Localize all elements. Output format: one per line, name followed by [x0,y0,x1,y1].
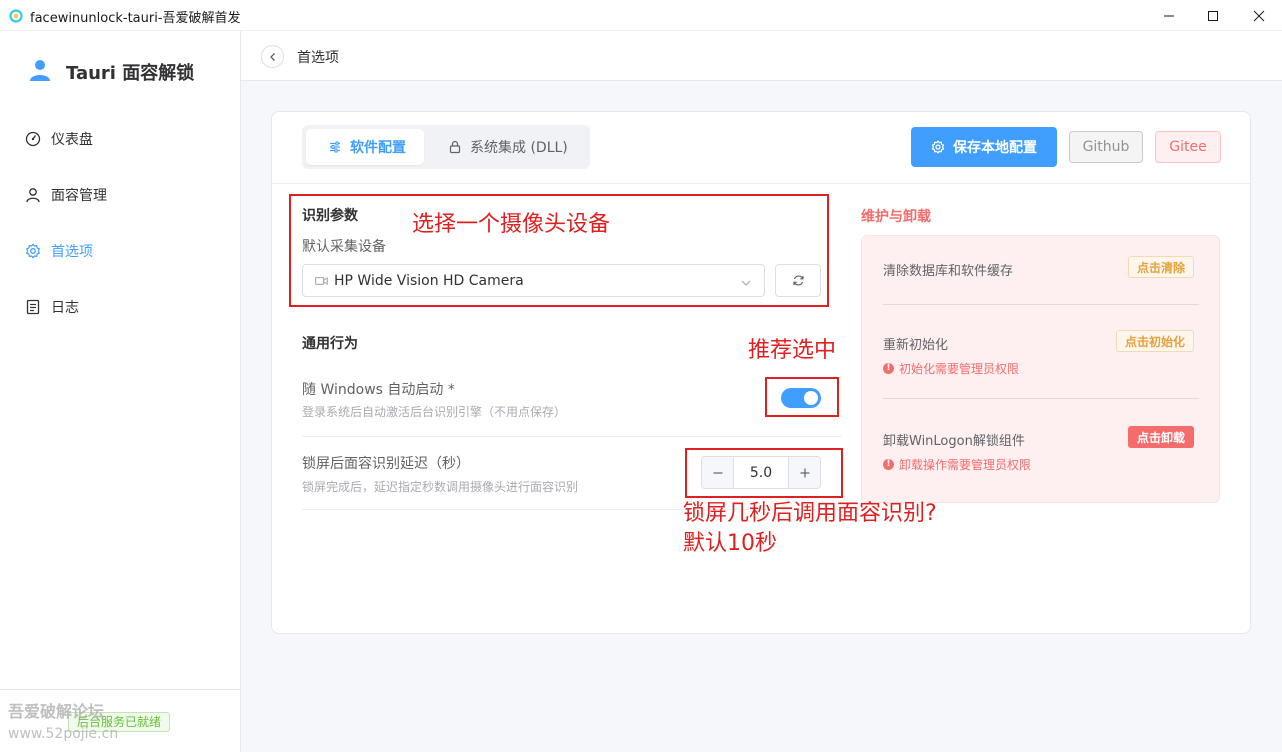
github-button[interactable]: Github [1069,131,1143,163]
sidebar-item-label: 面容管理 [51,188,107,204]
window-title: facewinunlock-tauri-吾爱破解首发 [30,11,241,26]
warning-icon: ! [883,363,894,374]
sidebar-item-label: 日志 [51,300,79,316]
sidebar-item-preferences[interactable]: 首选项 [24,237,93,265]
divider [883,304,1199,305]
main-content: 软件配置 系统集成 (DLL) 保存本地配置 Github Gitee 识别参数… [241,81,1282,752]
uninstall-warning-text: 卸载操作需要管理员权限 [899,458,1032,472]
autostart-label: 随 Windows 自动启动 * [302,382,455,398]
annotation-camera: 选择一个摄像头设备 [412,212,611,237]
annotation-delay-line1: 锁屏几秒后调用面容识别? [683,501,937,526]
sidebar: Tauri 面容解锁 仪表盘 面容管理 首选项 日志 后台服务已就绪 吾爱破解论… [0,31,241,752]
divider [302,436,842,437]
gitee-button[interactable]: Gitee [1155,131,1221,163]
app-icon [9,8,23,23]
reinit-label: 重新初始化 [883,338,949,353]
user-avatar-icon [28,58,52,86]
general-title: 通用行为 [302,336,358,352]
window-titlebar: facewinunlock-tauri-吾爱破解首发 [0,0,1282,31]
uninstall-label: 卸载WinLogon解锁组件 [883,434,1025,449]
gear-icon [24,242,42,260]
tab-label: 系统集成 (DLL) [470,140,568,156]
sidebar-footer: 后台服务已就绪 吾爱破解论坛 www.52pojie.cn [0,689,240,752]
delay-description: 锁屏完成后，延迟指定秒数调用摄像头进行面容识别 [302,480,579,494]
gear-icon [931,140,945,154]
close-icon [1253,10,1265,21]
dashboard-icon [24,130,42,148]
maintenance-title: 维护与卸载 [861,209,931,225]
uninstall-warning: ! 卸载操作需要管理员权限 [883,456,1031,473]
close-window-button[interactable] [1236,0,1282,31]
annotation-toggle: 推荐选中 [748,338,837,363]
tab-label: 软件配置 [350,140,406,156]
chevron-left-icon [269,52,275,61]
sidebar-item-label: 首选项 [51,244,93,260]
maximize-icon [1208,10,1218,21]
page-header: 首选项 [241,31,1282,81]
tab-group: 软件配置 系统集成 (DLL) [302,125,590,169]
reinit-button[interactable]: 点击初始化 [1116,330,1195,352]
delay-label: 锁屏后面容识别延迟（秒） [302,456,470,472]
watermark-text: 吾爱破解论坛 [8,702,105,721]
sidebar-item-dashboard[interactable]: 仪表盘 [24,125,93,153]
brand: Tauri 面容解锁 [28,58,194,86]
watermark-url: www.52pojie.cn [8,726,119,742]
save-config-label: 保存本地配置 [953,140,1037,156]
brand-title: Tauri 面容解锁 [66,63,195,84]
divider [883,398,1199,399]
user-icon [24,186,42,204]
autostart-description: 登录系统后自动激活后台识别引擎（不用点保存） [302,405,567,419]
page-title: 首选项 [297,50,339,66]
sidebar-item-face-manage[interactable]: 面容管理 [24,181,107,209]
annotation-delay-line2: 默认10秒 [683,531,777,556]
maintenance-panel: 清除数据库和软件缓存 点击清除 重新初始化 点击初始化 ! 初始化需要管理员权限… [861,235,1220,503]
minimize-icon [1164,15,1174,16]
sidebar-item-label: 仪表盘 [51,132,93,148]
save-config-button[interactable]: 保存本地配置 [911,127,1057,167]
maximize-button[interactable] [1190,0,1236,31]
sidebar-item-logs[interactable]: 日志 [24,293,79,321]
tab-system-integration[interactable]: 系统集成 (DLL) [428,129,586,165]
warning-icon: ! [883,459,894,470]
annotation-box-toggle [765,377,839,417]
tab-software-config[interactable]: 软件配置 [306,129,424,165]
sliders-icon [328,140,342,154]
reinit-warning-text: 初始化需要管理员权限 [899,362,1020,376]
clear-cache-button[interactable]: 点击清除 [1128,256,1195,278]
uninstall-button[interactable]: 点击卸载 [1128,426,1195,448]
document-icon [24,298,42,316]
reinit-warning: ! 初始化需要管理员权限 [883,360,1019,377]
lock-icon [448,140,462,154]
minimize-button[interactable] [1146,0,1192,31]
annotation-box-delay [685,448,843,498]
clear-cache-label: 清除数据库和软件缓存 [883,264,1014,279]
divider [272,183,1250,184]
back-button[interactable] [261,45,284,68]
